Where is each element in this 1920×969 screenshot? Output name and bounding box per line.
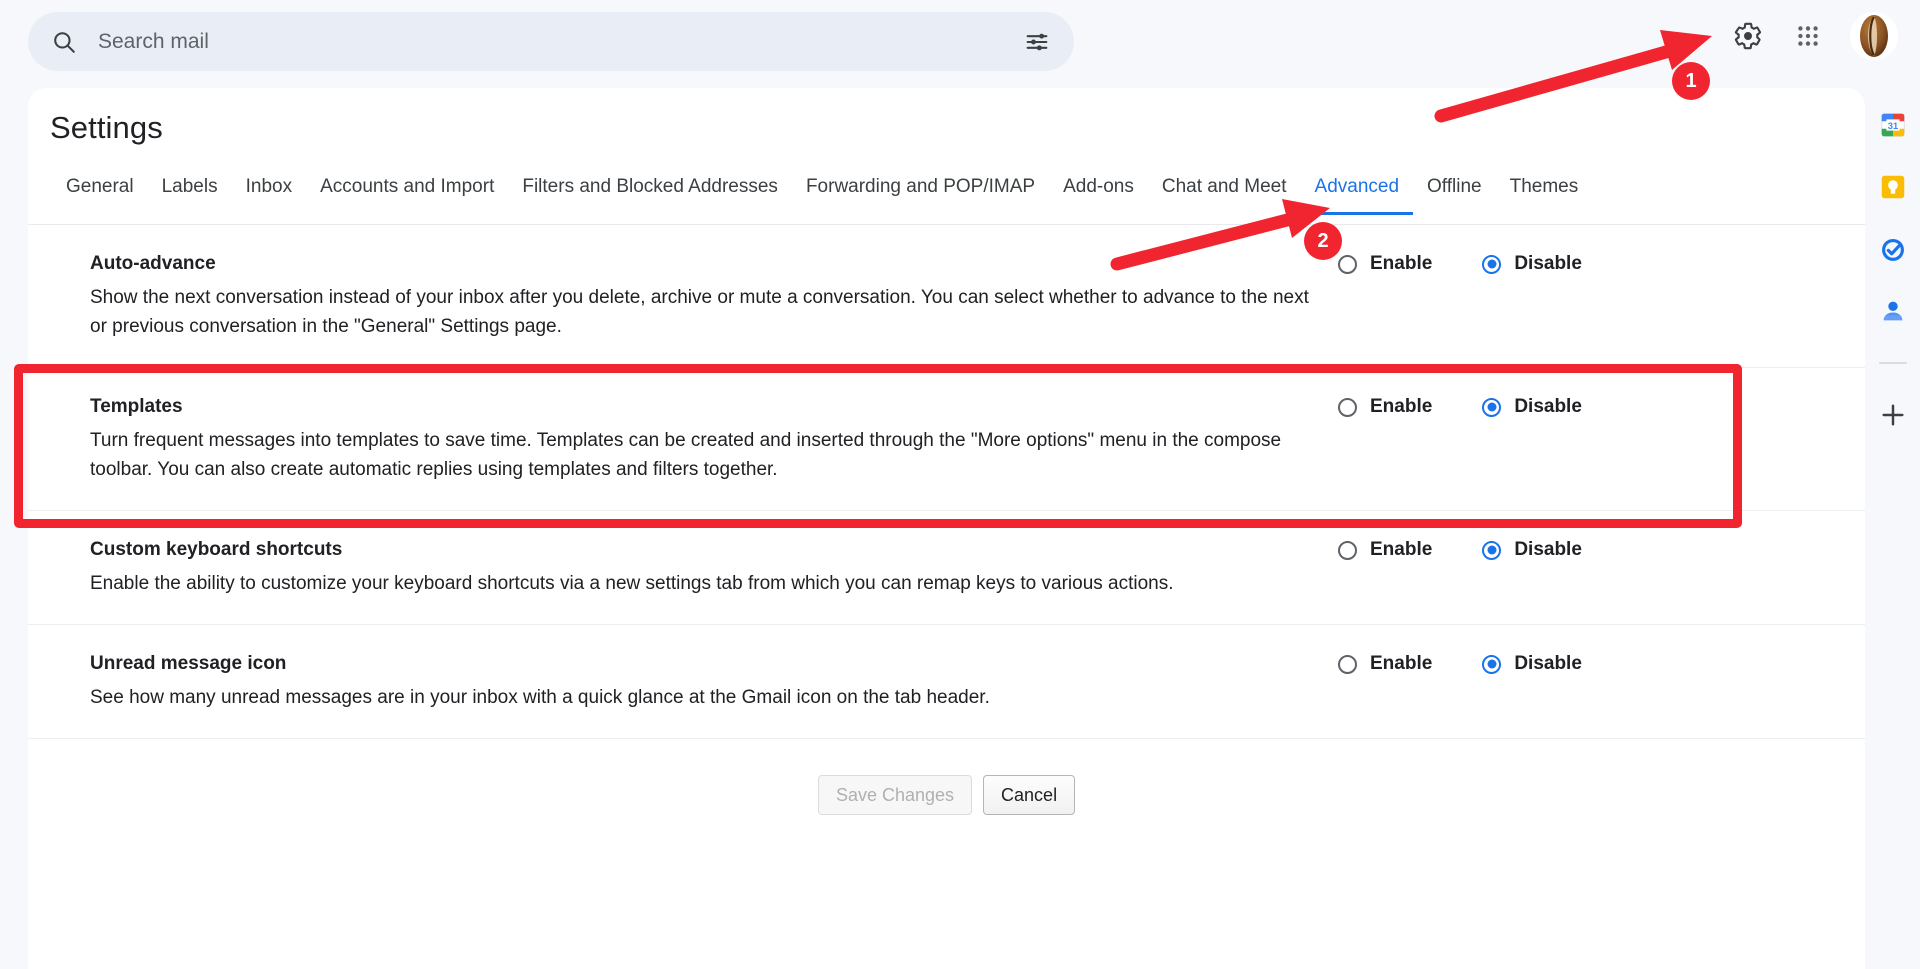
setting-row-auto-advance: Auto-advance Show the next conversation i… [28,225,1865,368]
radio-button-icon[interactable] [1338,654,1357,674]
radio-label: Disable [1514,253,1582,274]
radio-label: Enable [1370,253,1433,274]
google-keep-icon[interactable] [1876,170,1910,204]
radio-label: Disable [1514,653,1582,674]
radio-button-icon[interactable] [1338,540,1357,560]
radio-button-icon[interactable] [1338,254,1357,274]
gmail-settings-screen: Settings GeneralLabelsInboxAccounts and … [0,0,1920,969]
top-bar [0,0,1920,86]
setting-title-custom-keyboard-shortcuts: Custom keyboard shortcuts [90,539,343,560]
setting-description-custom-keyboard-shortcuts: Enable the ability to customize your key… [90,573,1174,594]
settings-options-list: Auto-advance Show the next conversation i… [28,225,1865,815]
page-title: Settings [50,110,163,145]
radio-button-icon[interactable] [1482,654,1502,674]
radio-label: Enable [1370,653,1433,674]
radio-label: Enable [1370,396,1433,417]
radio-custom-keyboard-shortcuts-disable[interactable]: Disable [1482,539,1582,561]
search-bar[interactable] [28,12,1074,71]
setting-title-auto-advance: Auto-advance [90,253,216,274]
tune-filter-icon[interactable] [1022,27,1052,57]
google-calendar-icon[interactable]: 31 [1876,108,1910,142]
tab-filters-and-blocked-addresses[interactable]: Filters and Blocked Addresses [508,176,792,215]
tab-accounts-and-import[interactable]: Accounts and Import [306,176,508,215]
setting-options-auto-advance: Enable Disable [1338,251,1865,275]
setting-title-templates: Templates [90,396,183,417]
add-apps-icon[interactable] [1876,398,1910,432]
tab-add-ons[interactable]: Add-ons [1049,176,1148,215]
apps-grid-icon[interactable] [1782,10,1834,62]
setting-row-custom-keyboard-shortcuts: Custom keyboard shortcuts Enable the abil… [28,511,1865,625]
setting-options-unread-message-icon: Enable Disable [1338,651,1865,675]
radio-templates-disable[interactable]: Disable [1482,396,1582,418]
radio-custom-keyboard-shortcuts-enable[interactable]: Enable [1338,539,1432,561]
radio-unread-message-icon-disable[interactable]: Disable [1482,653,1582,675]
radio-unread-message-icon-enable[interactable]: Enable [1338,653,1432,675]
form-action-bar: Save Changes Cancel [28,739,1865,815]
settings-tabs: General Labels Inbox Accounts and Import Fil… [52,176,1865,224]
radio-label: Enable [1370,539,1433,560]
setting-options-custom-keyboard-shortcuts: Enable Disable [1338,537,1865,561]
rail-divider [1878,362,1907,364]
setting-options-templates: Enable Disable [1338,394,1865,418]
radio-button-icon[interactable] [1482,397,1502,417]
radio-label: Disable [1514,396,1582,417]
tab-labels[interactable]: Labels [148,176,232,215]
tab-forwarding-and-pop-imap[interactable]: Forwarding and POP/IMAP [792,176,1049,215]
settings-gear-icon[interactable] [1722,10,1774,62]
search-icon [50,28,78,56]
radio-templates-enable[interactable]: Enable [1338,396,1432,418]
svg-text:31: 31 [1887,121,1897,131]
google-contacts-icon[interactable] [1876,294,1910,328]
settings-card: Settings General Labels Inbox Accounts and … [28,88,1865,969]
top-bar-actions [1722,10,1898,62]
radio-auto-advance-enable[interactable]: Enable [1338,253,1432,275]
setting-description-unread-message-icon: See how many unread messages are in your… [90,687,990,708]
setting-text-templates: Templates Turn frequent messages into tem… [28,394,1338,484]
setting-description-templates: Turn frequent messages into templates to… [90,430,1282,480]
setting-text-custom-keyboard-shortcuts: Custom keyboard shortcuts Enable the abil… [28,537,1338,598]
tab-general[interactable]: General [52,176,148,215]
setting-row-templates: Templates Turn frequent messages into tem… [28,368,1865,511]
radio-auto-advance-disable[interactable]: Disable [1482,253,1582,275]
setting-title-unread-message-icon: Unread message icon [90,653,287,674]
tab-offline[interactable]: Offline [1413,176,1496,215]
tab-themes[interactable]: Themes [1496,176,1593,215]
side-panel-rail: 31 [1865,88,1920,969]
setting-text-auto-advance: Auto-advance Show the next conversation i… [28,251,1338,341]
radio-label: Disable [1514,539,1582,560]
radio-button-icon[interactable] [1482,254,1502,274]
setting-row-unread-message-icon: Unread message icon See how many unread m… [28,625,1865,739]
tab-advanced[interactable]: Advanced [1300,176,1414,215]
setting-description-auto-advance: Show the next conversation instead of yo… [90,287,1309,337]
radio-button-icon[interactable] [1482,540,1502,560]
coffee-bean-avatar[interactable] [1850,12,1898,60]
search-input[interactable] [98,29,1022,54]
save-changes-button[interactable]: Save Changes [817,775,973,815]
tab-inbox[interactable]: Inbox [232,176,306,215]
tab-chat-and-meet[interactable]: Chat and Meet [1148,176,1301,215]
google-tasks-icon[interactable] [1876,232,1910,266]
setting-text-unread-message-icon: Unread message icon See how many unread m… [28,651,1338,712]
cancel-button[interactable]: Cancel [983,775,1076,815]
radio-button-icon[interactable] [1338,397,1357,417]
